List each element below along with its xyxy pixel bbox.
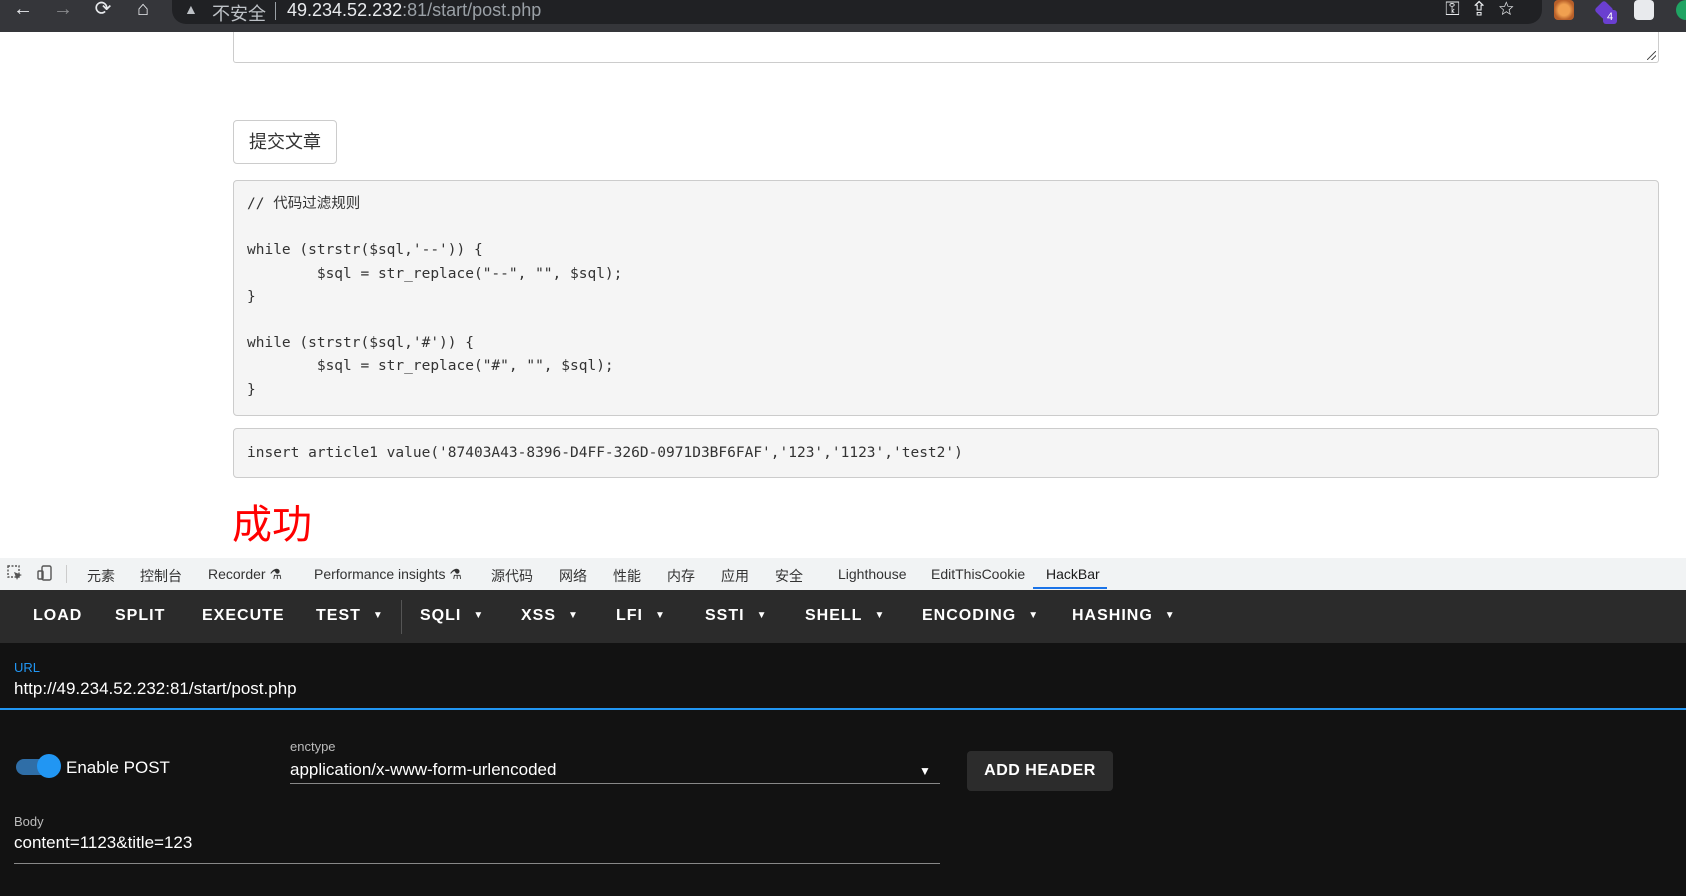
- filter-code-block: // 代码过滤规则 while (strstr($sql,'--')) { $s…: [233, 180, 1659, 416]
- filter-code-text: // 代码过滤规则 while (strstr($sql,'--')) { $s…: [247, 196, 623, 398]
- omnibox-actions-icons[interactable]: ⚿⇪☆: [1445, 0, 1528, 21]
- lfi-menu-button[interactable]: LFI ▼: [616, 607, 666, 625]
- url-field-underline: [0, 708, 1686, 710]
- enctype-label: enctype: [290, 739, 336, 754]
- resize-handle-icon[interactable]: [1647, 51, 1656, 60]
- sqli-menu-button[interactable]: SQLI ▼: [420, 607, 484, 625]
- sqli-label: SQLI: [420, 607, 462, 624]
- caret-down-icon: ▼: [1028, 610, 1040, 621]
- enctype-select[interactable]: application/x-www-form-urlencoded: [290, 760, 556, 780]
- toggle-knob[interactable]: [37, 754, 61, 778]
- submit-article-button[interactable]: 提交文章: [233, 120, 337, 164]
- content-textarea[interactable]: [233, 32, 1659, 63]
- inspect-element-icon[interactable]: [6, 564, 24, 582]
- caret-down-icon: ▼: [1164, 610, 1176, 621]
- reload-icon[interactable]: ⟳: [88, 0, 118, 22]
- tab-lighthouse[interactable]: Lighthouse: [838, 566, 907, 582]
- tab-performance-insights[interactable]: Performance insights ⚗: [314, 566, 462, 583]
- caret-down-icon: ▼: [372, 610, 384, 621]
- back-icon[interactable]: ←: [8, 0, 38, 22]
- devtools-tab-bar: 元素 控制台 Recorder ⚗ Performance insights ⚗…: [0, 558, 1686, 591]
- encoding-menu-button[interactable]: ENCODING ▼: [922, 607, 1039, 625]
- browser-toolbar: ← → ⟳ ⌂ ▲ 不安全 49.234.52.232:81/start/pos…: [0, 0, 1686, 32]
- xss-menu-button[interactable]: XSS ▼: [521, 607, 579, 625]
- ssti-label: SSTI: [705, 607, 745, 624]
- url-path: :81/start/post.php: [402, 0, 542, 20]
- tab-application[interactable]: 应用: [721, 566, 749, 586]
- add-header-button[interactable]: ADD HEADER: [967, 751, 1113, 791]
- url-host: 49.234.52.232: [287, 0, 403, 20]
- omnibox-divider: [275, 2, 276, 20]
- url-field[interactable]: http://49.234.52.232:81/start/post.php: [14, 679, 297, 699]
- hashing-label: HASHING: [1072, 607, 1153, 624]
- enctype-underline: [290, 783, 940, 784]
- encoding-label: ENCODING: [922, 607, 1017, 624]
- test-label: TEST: [316, 607, 361, 624]
- enable-post-label: Enable POST: [66, 758, 170, 777]
- tab-hackbar[interactable]: HackBar: [1046, 566, 1100, 582]
- home-icon[interactable]: ⌂: [128, 0, 158, 22]
- tab-editthiscookie[interactable]: EditThisCookie: [931, 566, 1025, 582]
- toolbar-divider: [401, 600, 402, 634]
- body-field-label: Body: [14, 814, 44, 829]
- sql-query-text: insert article1 value('87403A43-8396-D4F…: [247, 445, 963, 461]
- address-bar[interactable]: ▲ 不安全 49.234.52.232:81/start/post.php ⚿⇪…: [172, 0, 1542, 24]
- tab-network[interactable]: 网络: [559, 566, 587, 586]
- execute-button[interactable]: EXECUTE: [202, 607, 285, 625]
- lfi-label: LFI: [616, 607, 643, 624]
- split-button[interactable]: SPLIT: [115, 607, 165, 625]
- hashing-menu-button[interactable]: HASHING ▼: [1072, 607, 1176, 625]
- tab-memory[interactable]: 内存: [667, 566, 695, 586]
- tab-elements[interactable]: 元素: [87, 566, 115, 586]
- active-tab-indicator: [1033, 587, 1107, 589]
- result-message: 成功: [232, 503, 312, 547]
- dropdown-arrow-icon[interactable]: ▼: [919, 764, 931, 778]
- test-menu-button[interactable]: TEST ▼: [316, 607, 384, 625]
- tab-performance[interactable]: 性能: [613, 566, 641, 586]
- caret-down-icon: ▼: [655, 610, 666, 621]
- xss-label: XSS: [521, 607, 557, 624]
- tab-console[interactable]: 控制台: [140, 566, 182, 586]
- ssti-menu-button[interactable]: SSTI ▼: [705, 607, 767, 625]
- caret-down-icon: ▼: [874, 610, 886, 621]
- execute-label: EXECUTE: [202, 607, 285, 624]
- extension-icon[interactable]: [1554, 0, 1574, 20]
- tab-recorder[interactable]: Recorder ⚗: [208, 566, 282, 583]
- body-field-underline: [14, 863, 940, 864]
- hackbar-panel: URL http://49.234.52.232:81/start/post.p…: [0, 643, 1686, 896]
- tab-sources[interactable]: 源代码: [491, 566, 533, 586]
- extension-icon-3[interactable]: [1634, 0, 1654, 20]
- body-field[interactable]: content=1123&title=123: [14, 833, 192, 853]
- profile-icon[interactable]: [1676, 0, 1686, 20]
- security-label[interactable]: 不安全: [212, 0, 266, 26]
- load-label: LOAD: [33, 607, 83, 624]
- forward-icon[interactable]: →: [48, 0, 78, 22]
- hackbar-toolbar: LOAD SPLIT EXECUTE TEST ▼ SQLI ▼ XSS ▼ LFI ▼…: [0, 590, 1686, 643]
- url-field-label: URL: [14, 660, 41, 675]
- extension-badge: 4: [1603, 10, 1617, 24]
- device-toolbar-icon[interactable]: [36, 564, 54, 582]
- shell-label: SHELL: [805, 607, 863, 624]
- caret-down-icon: ▼: [756, 610, 768, 621]
- split-label: SPLIT: [115, 607, 166, 624]
- tab-security[interactable]: 安全: [775, 566, 803, 586]
- warning-icon[interactable]: ▲: [184, 1, 198, 17]
- address-url[interactable]: 49.234.52.232:81/start/post.php: [287, 0, 541, 21]
- caret-down-icon: ▼: [568, 610, 579, 621]
- devtools-divider: [66, 565, 67, 583]
- caret-down-icon: ▼: [473, 610, 485, 621]
- sql-query-block: insert article1 value('87403A43-8396-D4F…: [233, 428, 1659, 478]
- shell-menu-button[interactable]: SHELL ▼: [805, 607, 885, 625]
- load-button[interactable]: LOAD: [33, 607, 82, 625]
